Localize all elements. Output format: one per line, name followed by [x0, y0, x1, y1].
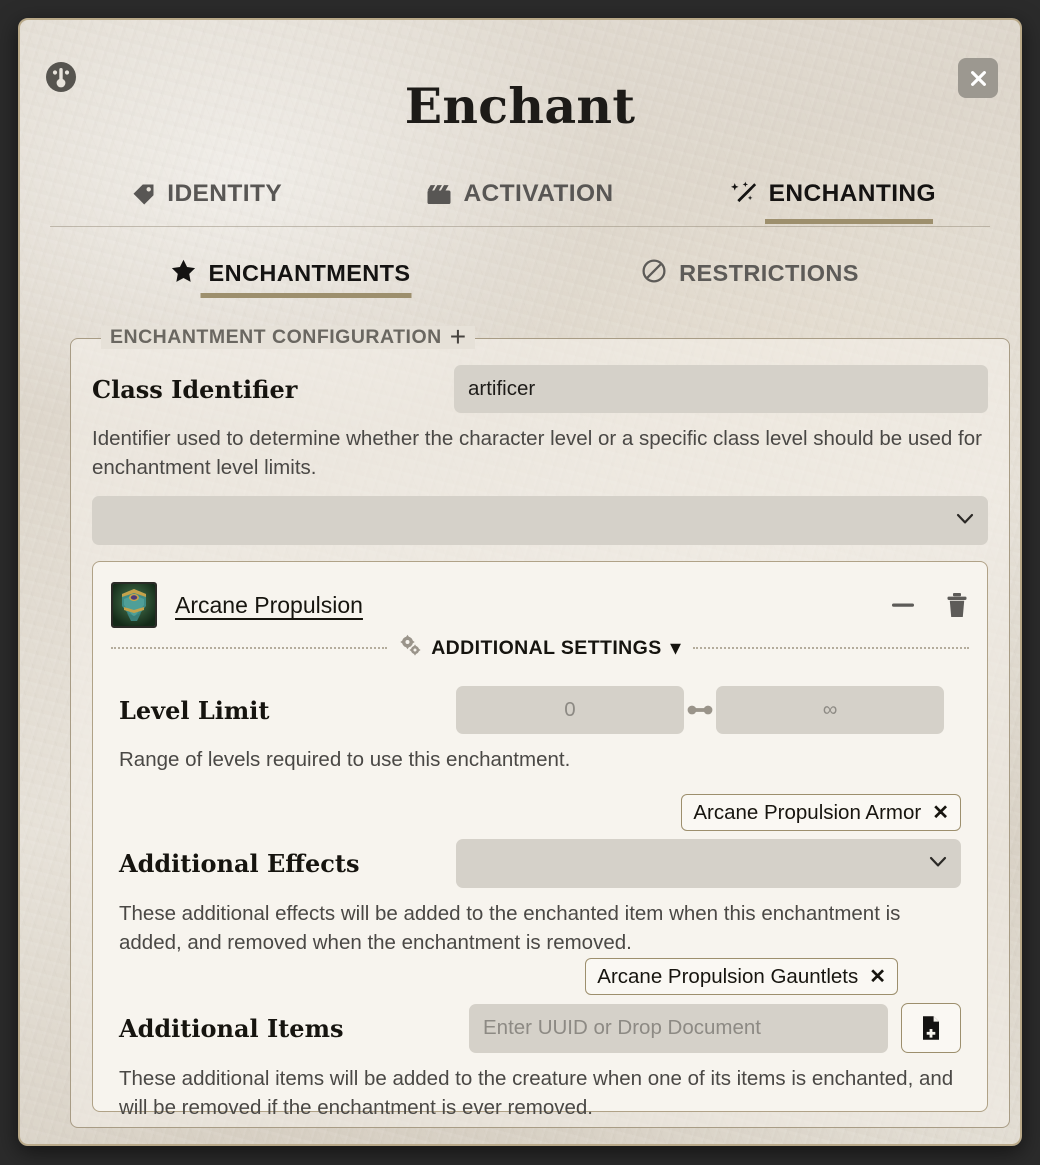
fieldset-legend: ENCHANTMENT CONFIGURATION + — [101, 323, 476, 351]
primary-tabs: IDENTITY ACTIVATION ENCHANTING — [50, 166, 990, 222]
trash-icon[interactable] — [945, 592, 969, 619]
document-plus-icon[interactable] — [901, 1003, 961, 1053]
effect-tag-label: Arcane Propulsion Armor — [693, 800, 922, 824]
minus-icon[interactable] — [891, 601, 915, 609]
tab-restrictions[interactable]: RESTRICTIONS — [520, 248, 980, 298]
level-limit-label: Level Limit — [119, 695, 270, 725]
enchantment-name-link[interactable]: Arcane Propulsion — [175, 592, 363, 619]
legend-label: ENCHANTMENT CONFIGURATION — [110, 326, 442, 348]
magic-wand-icon — [730, 181, 758, 207]
level-limit-hint: Range of levels required to use this enc… — [119, 748, 571, 771]
add-enchantment-button[interactable]: + — [450, 323, 466, 351]
header-divider — [50, 226, 990, 227]
link-dumbbell-icon — [684, 703, 716, 717]
caret-down-icon: ▾ — [670, 637, 681, 659]
class-identifier-label: Class Identifier — [92, 374, 298, 404]
enchantment-configuration-fieldset: ENCHANTMENT CONFIGURATION + Class Identi… — [70, 323, 1010, 1128]
effect-tag: Arcane Propulsion Armor ✕ — [681, 794, 961, 831]
enchantment-card: Arcane Propulsion ADDITIONAL SETTINGS ▾ … — [92, 561, 988, 1119]
additional-settings-label: ADDITIONAL SETTINGS — [431, 636, 662, 659]
divider-line-right — [692, 647, 969, 649]
additional-effects-select[interactable] — [456, 839, 961, 888]
star-icon — [170, 258, 197, 289]
additional-settings-divider: ADDITIONAL SETTINGS ▾ — [93, 634, 987, 662]
additional-effects-hint: These additional effects will be added t… — [119, 902, 901, 955]
tab-label: IDENTITY — [167, 180, 283, 207]
additional-items-hint: These additional items will be added to … — [119, 1067, 954, 1120]
item-tag: Arcane Propulsion Gauntlets ✕ — [585, 958, 898, 995]
clapperboard-icon — [426, 182, 452, 207]
tab-activation[interactable]: ACTIVATION — [363, 166, 676, 222]
armor-chestpiece-icon[interactable] — [111, 582, 157, 628]
additional-items-group: Arcane Propulsion Gauntlets ✕ Additional… — [119, 958, 961, 1122]
remove-effect-button[interactable]: ✕ — [932, 800, 949, 825]
additional-settings-toggle[interactable]: ADDITIONAL SETTINGS ▾ — [399, 634, 681, 662]
item-tag-label: Arcane Propulsion Gauntlets — [597, 964, 859, 988]
tab-label: ENCHANTMENTS — [208, 259, 411, 286]
additional-items-label: Additional Items — [119, 1013, 344, 1043]
tag-icon — [131, 182, 156, 207]
gears-icon — [399, 634, 422, 662]
class-select[interactable] — [92, 496, 988, 545]
level-limit-max-input[interactable] — [716, 686, 944, 734]
enchantment-actions — [891, 592, 969, 619]
close-button[interactable] — [958, 58, 998, 98]
enchant-window: Enchant IDENTITY ACTIVATION ENCHANTING E… — [18, 18, 1022, 1146]
tab-label: ENCHANTING — [768, 180, 936, 207]
class-identifier-input[interactable] — [454, 365, 988, 413]
additional-effects-group: Arcane Propulsion Armor ✕ Additional Eff… — [119, 794, 961, 957]
tab-enchanting[interactable]: ENCHANTING — [677, 166, 990, 222]
class-select-group — [92, 496, 988, 545]
class-identifier-hint: Identifier used to determine whether the… — [92, 427, 982, 480]
chevron-down-icon — [956, 512, 974, 530]
tab-label: ACTIVATION — [463, 180, 614, 207]
tab-label: RESTRICTIONS — [679, 259, 859, 286]
level-limit-min-input[interactable] — [456, 686, 684, 734]
remove-item-button[interactable]: ✕ — [869, 964, 886, 989]
tab-enchantments[interactable]: ENCHANTMENTS — [60, 248, 520, 298]
enchantment-header: Arcane Propulsion — [93, 562, 987, 632]
additional-effects-label: Additional Effects — [119, 849, 360, 878]
additional-items-input[interactable] — [469, 1003, 888, 1053]
chevron-down-icon — [929, 855, 947, 873]
class-identifier-group: Class Identifier Identifier used to dete… — [92, 365, 988, 482]
level-limit-group: Level Limit Range of levels required to … — [119, 686, 961, 774]
tab-identity[interactable]: IDENTITY — [50, 166, 363, 222]
ban-icon — [641, 258, 667, 289]
page-title: Enchant — [404, 77, 636, 135]
divider-line-left — [111, 647, 388, 649]
secondary-tabs: ENCHANTMENTS RESTRICTIONS — [60, 248, 980, 298]
